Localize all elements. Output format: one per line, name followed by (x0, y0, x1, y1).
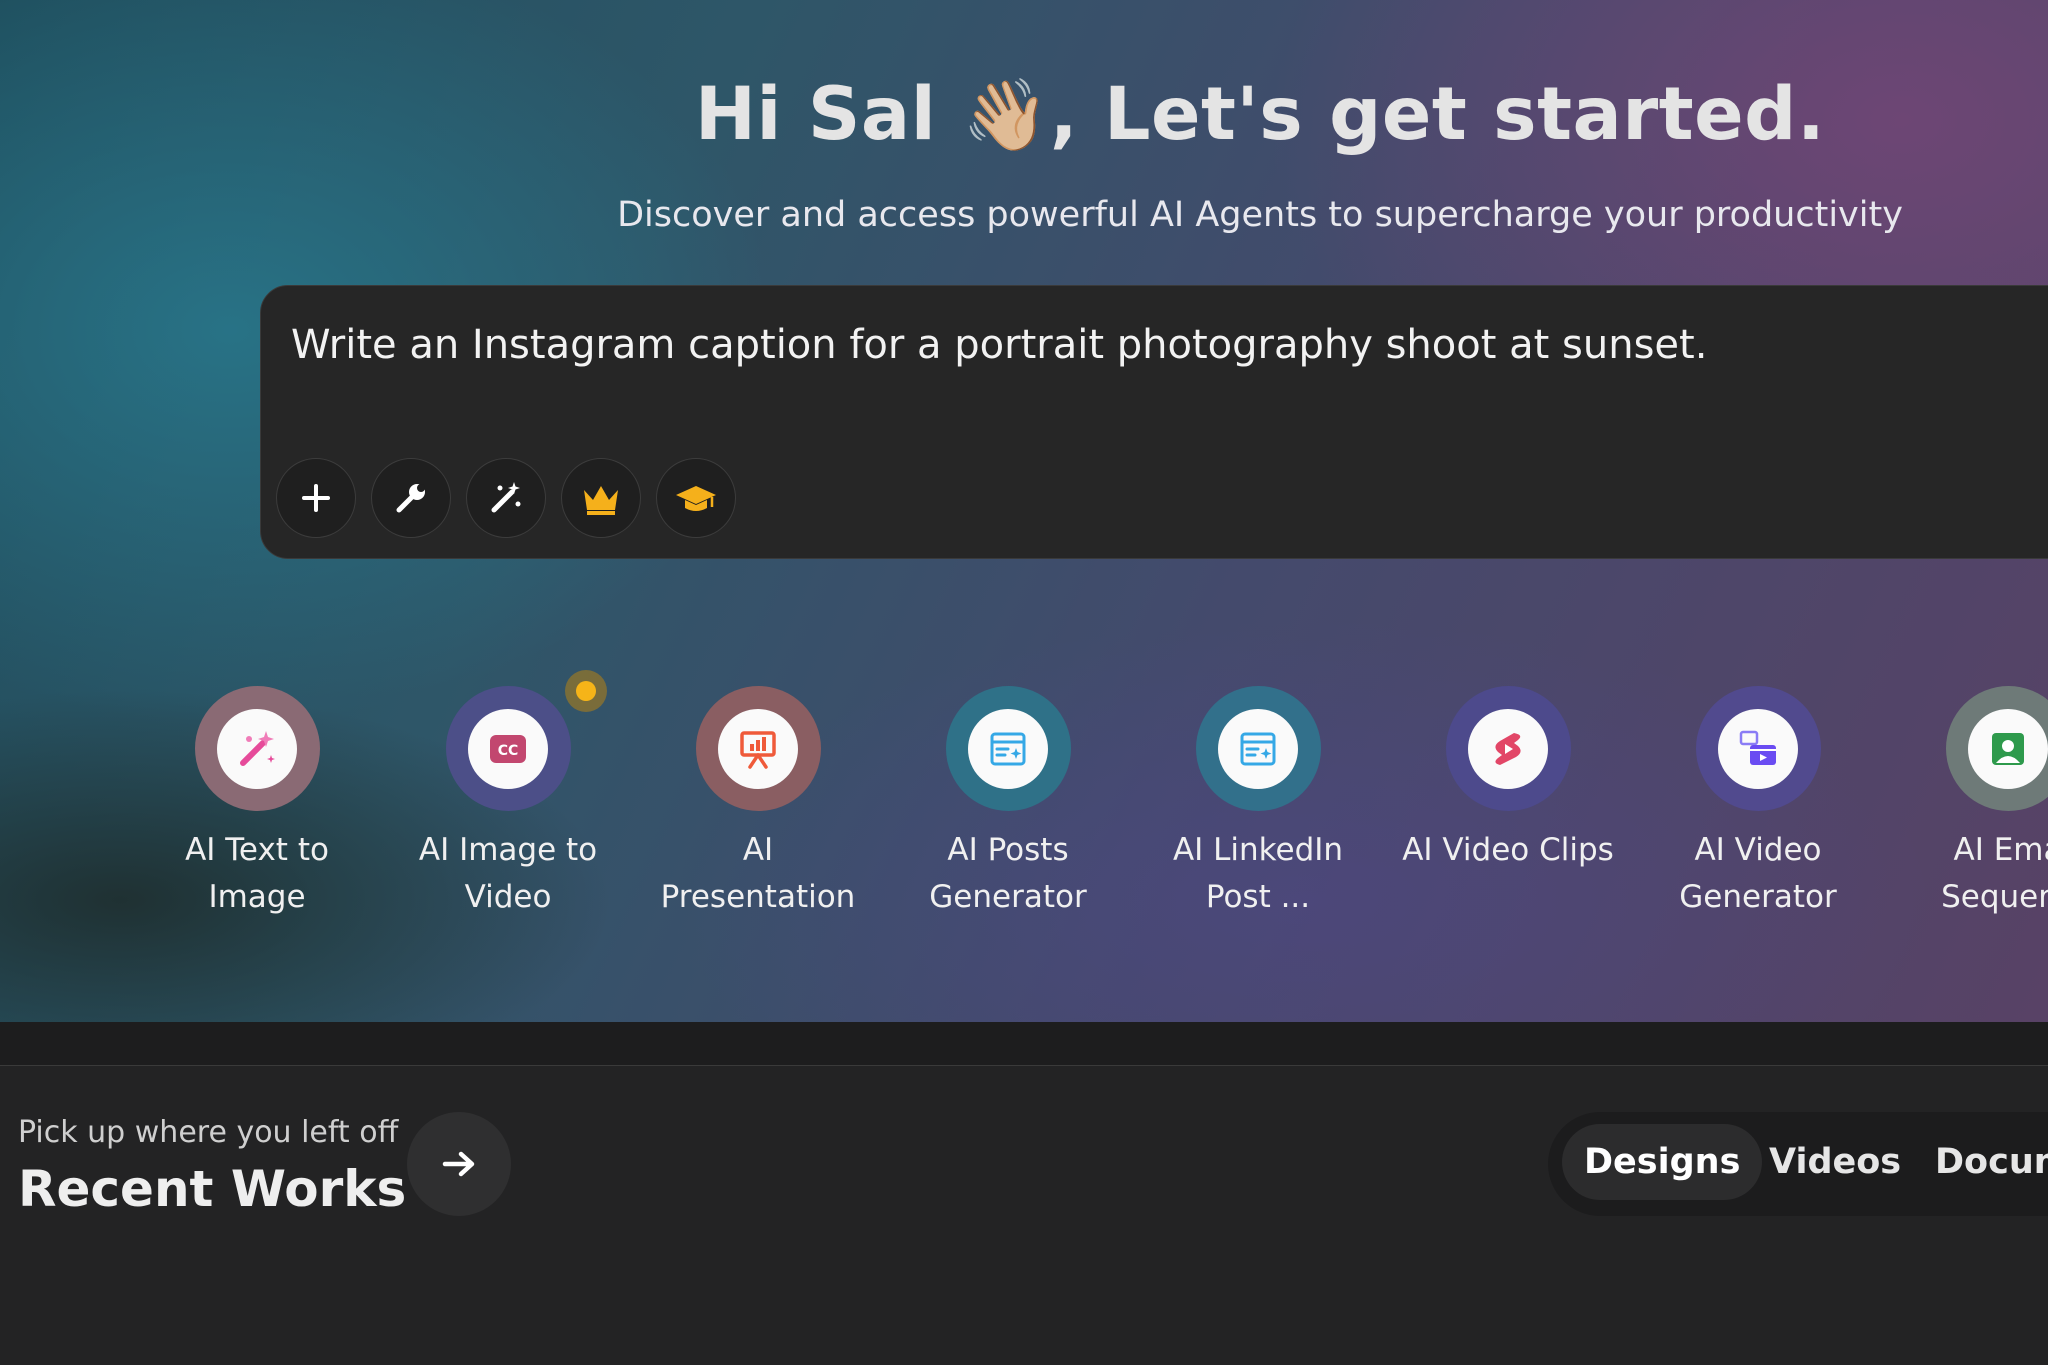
video-generator-icon (1739, 730, 1776, 765)
premium-button[interactable] (561, 458, 641, 538)
magic-wand-button[interactable] (466, 458, 546, 538)
video-clips-icon (1495, 732, 1521, 765)
agent-icon-ring (695, 686, 821, 811)
agent-label: AI Text to Image (185, 832, 329, 915)
crown-icon (584, 486, 618, 515)
agent-label: AI Video Clips (1402, 832, 1614, 868)
agent-label: AI LinkedIn Post ... (1172, 832, 1344, 915)
agent-icon-ring: CC (445, 686, 571, 811)
post-generator-icon (1240, 732, 1276, 765)
tab-documents[interactable]: Docum (1935, 1142, 2048, 1182)
tools-button[interactable] (371, 458, 451, 538)
new-badge-dot (565, 670, 607, 712)
view-recent-works-button[interactable] (407, 1112, 511, 1216)
add-button[interactable] (276, 458, 356, 538)
magic-wand-icon (491, 482, 521, 513)
agent-ai-posts-generator[interactable]: AI Posts Generator (888, 686, 1128, 921)
agent-ai-linkedin-post[interactable]: AI LinkedIn Post ... (1138, 686, 1378, 921)
agent-icon-ring (1945, 686, 2048, 811)
tab-videos[interactable]: Videos (1769, 1142, 1901, 1182)
agent-icon-ring (1695, 686, 1821, 811)
hero-section: Hi Sal 👋🏼, Let's get started. Discover a… (0, 0, 2048, 1022)
agent-ai-text-to-image[interactable]: AI Text to Image (137, 686, 377, 921)
email-sequence-icon (1992, 732, 2024, 765)
prompt-input[interactable]: Write an Instagram caption for a portrai… (291, 322, 1707, 368)
post-generator-icon (990, 732, 1026, 765)
closed-caption-icon: CC (490, 734, 526, 763)
graduation-cap-icon (676, 486, 716, 511)
agent-ai-video-generator[interactable]: AI Video Generator (1638, 686, 1878, 921)
agent-icon-ring (194, 686, 320, 811)
agent-ai-presentation[interactable]: AI Presentation (638, 686, 878, 921)
tab-designs[interactable]: Designs (1562, 1124, 1763, 1200)
works-tabs: Designs Videos Docum (1548, 1112, 2048, 1216)
recent-works-title: Recent Works (18, 1160, 407, 1218)
page-title: Hi Sal 👋🏼, Let's get started. (694, 72, 1826, 157)
magic-wand-icon (240, 730, 275, 766)
agent-label: AI Posts Generator (929, 832, 1087, 915)
agent-label: AI EmaSequenc (1941, 832, 2048, 915)
section-divider (0, 1022, 2048, 1066)
agent-ai-video-clips[interactable]: AI Video Clips (1388, 686, 1628, 874)
add-icon (302, 484, 330, 512)
agent-label: AI Image to Video (418, 832, 598, 915)
waving-hand-icon: 👋🏼 (962, 74, 1050, 156)
wrench-icon (396, 484, 425, 513)
page-subtitle: Discover and access powerful AI Agents t… (617, 195, 1903, 235)
agent-icon-ring (1445, 686, 1571, 811)
agent-icon-ring (1195, 686, 1321, 811)
presentation-icon (740, 730, 776, 769)
agent-ai-email-sequence[interactable]: AI EmaSequenc (1888, 686, 2048, 921)
agent-icon-ring (945, 686, 1071, 811)
agent-ai-image-to-video[interactable]: CC AI Image to Video (388, 686, 628, 921)
prompt-box: Write an Instagram caption for a portrai… (260, 285, 2048, 559)
agent-label: AI Presentation (660, 832, 856, 915)
learn-button[interactable] (656, 458, 736, 538)
svg-text:CC: CC (498, 743, 519, 759)
agent-label: AI Video Generator (1679, 832, 1837, 915)
arrow-right-icon (442, 1151, 475, 1177)
recent-works-caption: Pick up where you left off (18, 1115, 399, 1150)
